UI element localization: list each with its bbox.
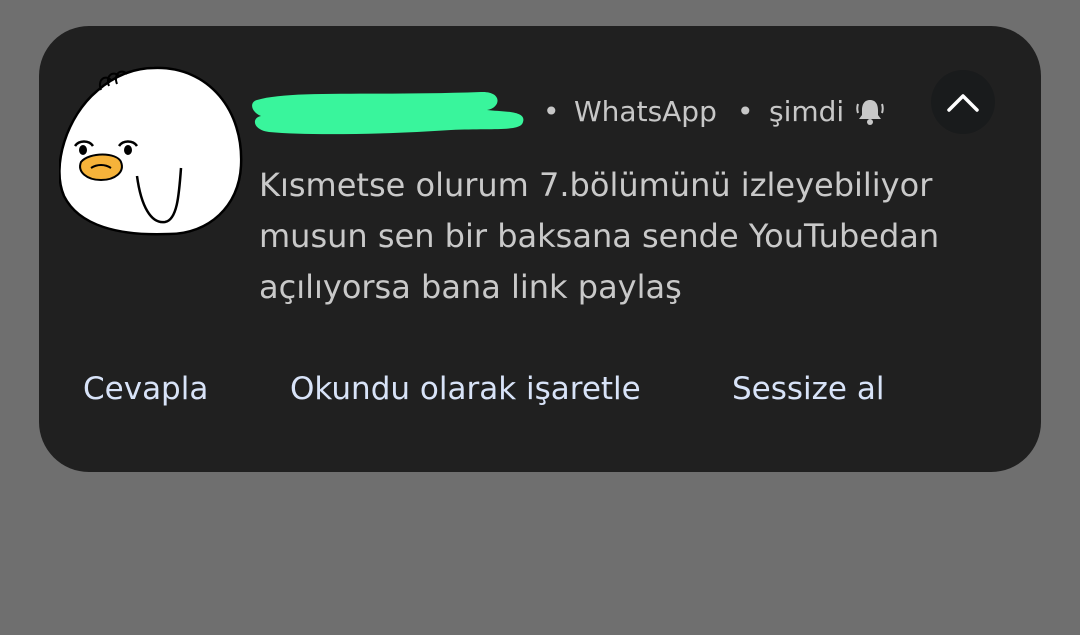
bell-ringing-icon	[854, 96, 886, 128]
collapse-button[interactable]	[931, 70, 995, 134]
timestamp: şimdi	[769, 95, 845, 128]
notification-header: • WhatsApp • şimdi	[251, 86, 951, 136]
separator-dot: •	[543, 95, 560, 128]
mark-as-read-button[interactable]: Okundu olarak işaretle	[290, 366, 641, 412]
notification-card[interactable]: • WhatsApp • şimdi Kısmetse olurum 7.böl…	[39, 26, 1041, 472]
mute-button[interactable]: Sessize al	[732, 366, 884, 412]
reply-button[interactable]: Cevapla	[83, 366, 208, 412]
message-text: Kısmetse olurum 7.bölümünü izleyebiliyor…	[259, 166, 940, 306]
sender-name-redacted	[251, 86, 527, 142]
app-name: WhatsApp	[574, 95, 717, 128]
notification-actions: Cevapla Okundu olarak işaretle Sessize a…	[39, 366, 1041, 416]
avatar	[59, 56, 249, 236]
separator-dot: •	[737, 95, 754, 128]
chevron-up-icon	[947, 94, 979, 112]
